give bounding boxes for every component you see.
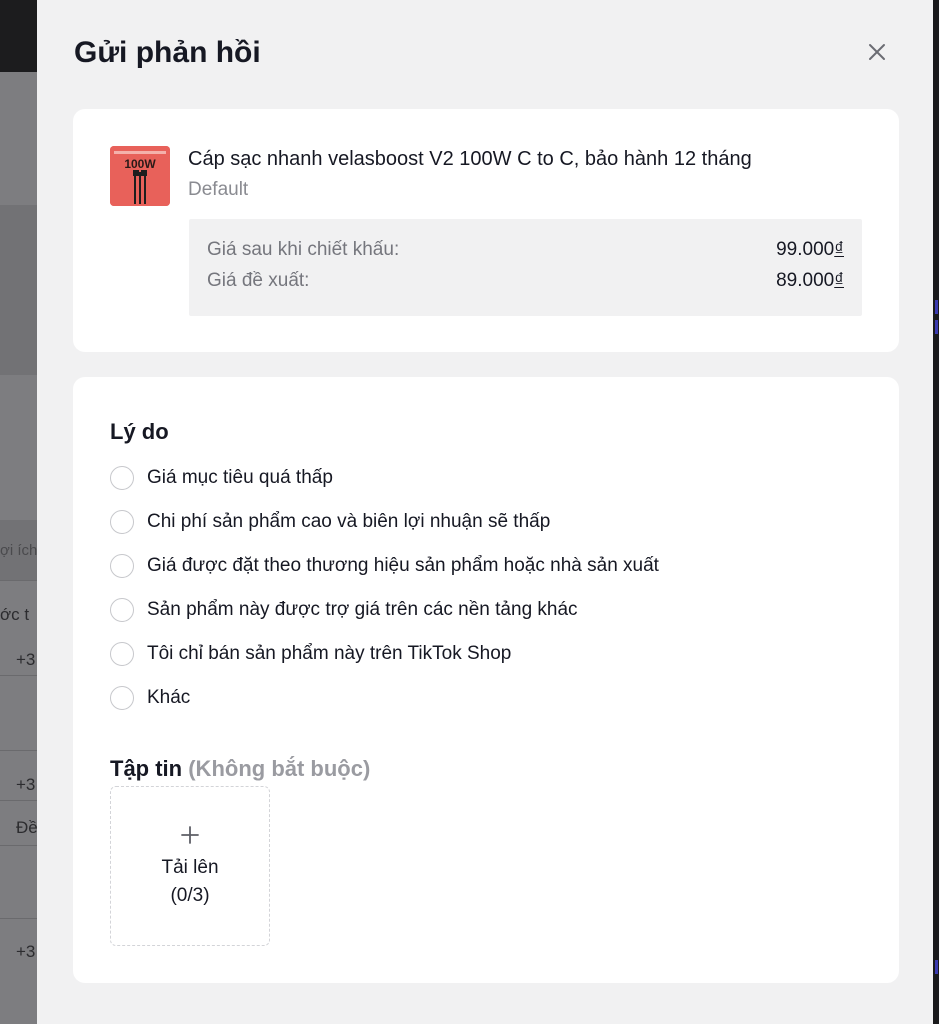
- reason-option-label: Giá được đặt theo thương hiệu sản phẩm h…: [147, 555, 659, 576]
- radio-button[interactable]: [110, 598, 134, 622]
- product-thumbnail: 100W: [110, 146, 170, 206]
- upload-label: Tải lên: [161, 857, 219, 878]
- reason-option-label: Sản phẩm này được trợ giá trên các nền t…: [147, 599, 578, 620]
- background-text: +3: [16, 775, 36, 794]
- price-summary: Giá sau khi chiết khấu: 99.000₫ Giá đề x…: [189, 219, 862, 316]
- price-row-suggested: Giá đề xuất: 89.000₫: [207, 270, 844, 294]
- price-label: Giá sau khi chiết khấu:: [207, 239, 400, 260]
- product-variant: Default: [188, 179, 249, 200]
- radio-button[interactable]: [110, 554, 134, 578]
- price-value: 99.000₫: [776, 239, 844, 260]
- upload-button[interactable]: Tải lên (0/3): [110, 786, 270, 946]
- background-divider: [0, 800, 40, 801]
- reason-card: Lý do Giá mục tiêu quá thấp Chi phí sản …: [73, 377, 899, 983]
- background-divider: [0, 675, 40, 676]
- product-card: 100W Cáp sạc nhanh velasboost V2 100W C …: [73, 109, 899, 352]
- reason-title: Lý do: [110, 419, 169, 444]
- right-window-edge: [933, 0, 939, 1024]
- files-title-label: Tập tin: [110, 756, 183, 781]
- background-divider: [0, 845, 40, 846]
- radio-button[interactable]: [110, 642, 134, 666]
- radio-button[interactable]: [110, 686, 134, 710]
- thumbnail-text: 100W: [124, 157, 156, 171]
- background-row: [0, 205, 40, 375]
- plus-icon[interactable]: [111, 819, 269, 847]
- radio-button[interactable]: [110, 466, 134, 490]
- price-row-discounted: Giá sau khi chiết khấu: 99.000₫: [207, 239, 844, 263]
- upload-count: (0/3): [170, 885, 210, 906]
- price-label: Giá đề xuất:: [207, 270, 310, 291]
- close-button[interactable]: [863, 38, 891, 66]
- background-text: +3: [16, 650, 36, 669]
- background-text: ớc t: [0, 605, 30, 624]
- reason-option-label: Tôi chỉ bán sản phẩm này trên TikTok Sho…: [147, 643, 512, 664]
- close-icon[interactable]: [863, 38, 891, 66]
- background-text: Đề: [16, 818, 38, 837]
- reason-option-label: Khác: [147, 687, 191, 708]
- price-value: 89.000₫: [776, 270, 844, 291]
- drawer-title: Gửi phản hồi: [74, 36, 261, 69]
- radio-button[interactable]: [110, 510, 134, 534]
- background-text: +3: [16, 942, 36, 961]
- product-name: Cáp sạc nhanh velasboost V2 100W C to C,…: [188, 148, 752, 170]
- background-divider: [0, 918, 40, 919]
- reason-option-label: Chi phí sản phẩm cao và biên lợi nhuận s…: [147, 511, 551, 532]
- files-title: Tập tin (Không bắt buộc): [110, 756, 370, 782]
- background-divider: [0, 580, 40, 581]
- feedback-drawer: Gửi phản hồi 100W Cáp sạc nhanh velasboo…: [37, 0, 933, 1024]
- background-divider: [0, 750, 40, 751]
- files-optional-note: (Không bắt buộc): [188, 756, 371, 781]
- background-text: ợi ích: [0, 542, 38, 559]
- reason-option-label: Giá mục tiêu quá thấp: [147, 467, 333, 488]
